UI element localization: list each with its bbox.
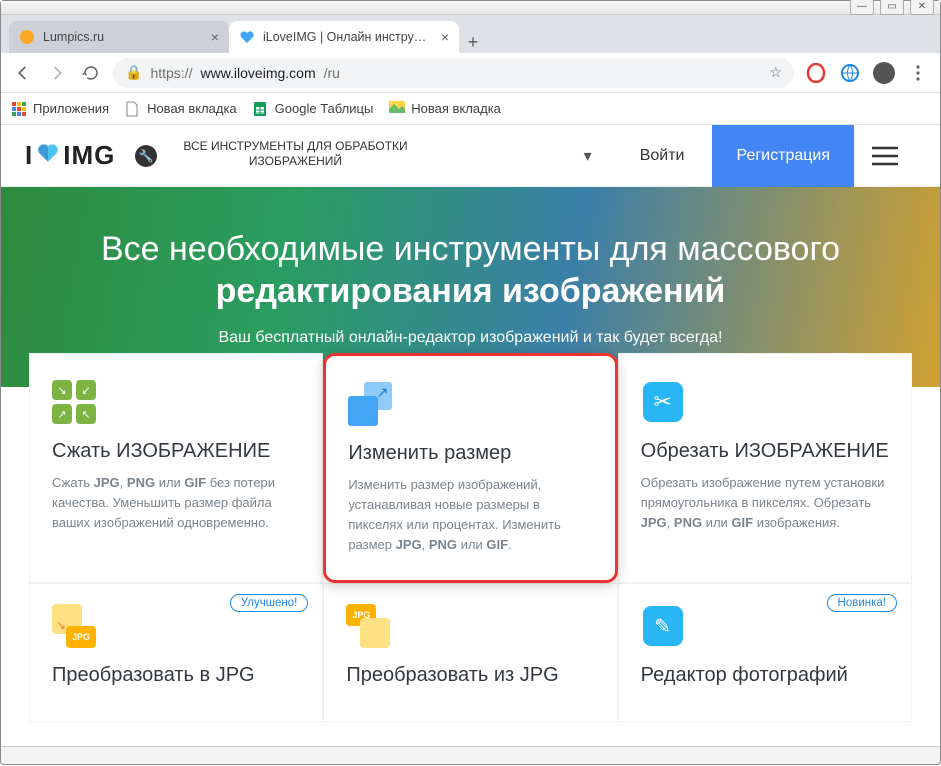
hero-title: Все необходимые инструменты для массовог… <box>31 228 910 313</box>
tool-compress[interactable]: ↘↙↗↖ Сжать ИЗОБРАЖЕНИЕ Сжать JPG, PNG ил… <box>29 353 323 583</box>
to-jpg-icon: ↘JPG <box>52 604 96 648</box>
browser-tab-lumpics[interactable]: Lumpics.ru × <box>9 21 229 53</box>
tool-desc: Сжать JPG, PNG или GIF без потери качест… <box>52 473 300 533</box>
url-domain: www.iloveimg.com <box>200 65 315 81</box>
badge-improved: Улучшено! <box>230 594 309 612</box>
bookmarks-bar: Приложения Новая вкладка Google Таблицы … <box>1 93 940 125</box>
page-content: I IMG 🔧 ВСЕ ИНСТРУМЕНТЫ ДЛЯ ОБРАБОТКИ ИЗ… <box>1 125 940 766</box>
profile-avatar-icon[interactable] <box>872 61 896 85</box>
browser-menu-button[interactable] <box>906 61 930 85</box>
window-titlebar: — ▭ ✕ <box>1 1 940 15</box>
browser-toolbar: 🔒 https:// www.iloveimg.com/ru ☆ <box>1 53 940 93</box>
bookmark-label: Приложения <box>33 101 109 116</box>
lock-icon: 🔒 <box>125 64 142 81</box>
bookmark-google-sheets[interactable]: Google Таблицы <box>253 101 374 117</box>
tool-title: Обрезать ИЗОБРАЖЕНИЕ <box>641 440 889 463</box>
tool-title: Сжать ИЗОБРАЖЕНИЕ <box>52 440 300 463</box>
tool-resize[interactable]: ↗ Изменить размер Изменить размер изобра… <box>323 353 617 583</box>
tab-close-icon[interactable]: × <box>441 29 449 45</box>
back-button[interactable] <box>11 61 35 85</box>
bookmark-apps[interactable]: Приложения <box>11 101 109 117</box>
tab-close-icon[interactable]: × <box>211 29 219 45</box>
forward-button[interactable] <box>45 61 69 85</box>
logo-text-suffix: IMG <box>63 140 115 171</box>
window-minimize-button[interactable]: — <box>850 0 874 15</box>
reload-button[interactable] <box>79 61 103 85</box>
header-dropdown-caret[interactable]: ▾ <box>564 146 612 166</box>
new-tab-button[interactable]: + <box>459 32 487 53</box>
url-path: /ru <box>324 65 340 81</box>
site-logo[interactable]: I IMG <box>25 139 115 172</box>
page-colored-icon <box>389 101 405 117</box>
favicon-icon <box>239 29 255 45</box>
tool-convert-to-jpg[interactable]: Улучшено! ↘JPG Преобразовать в JPG <box>29 583 323 722</box>
tab-title: iLoveIMG | Онлайн инструменты <box>263 30 433 44</box>
hamburger-menu-button[interactable] <box>854 125 916 187</box>
bookmark-label: Новая вкладка <box>411 101 501 116</box>
badge-new: Новинка! <box>827 594 897 612</box>
window-close-button[interactable]: ✕ <box>910 0 934 15</box>
page-icon <box>125 101 141 117</box>
tools-grid: ↘↙↗↖ Сжать ИЗОБРАЖЕНИЕ Сжать JPG, PNG ил… <box>1 353 940 722</box>
bookmark-label: Google Таблицы <box>275 101 374 116</box>
register-button[interactable]: Регистрация <box>712 125 854 187</box>
tools-round-icon[interactable]: 🔧 <box>135 145 157 167</box>
hero-title-part1: Все необходимые инструменты для массовог… <box>101 230 840 268</box>
apps-icon <box>11 101 27 117</box>
tool-desc: Обрезать изображение путем установки пря… <box>641 473 889 533</box>
from-jpg-icon: JPG↘ <box>346 604 390 648</box>
bookmark-newtab-1[interactable]: Новая вкладка <box>125 101 237 117</box>
login-button[interactable]: Войти <box>612 125 713 187</box>
tool-title: Редактор фотографий <box>641 664 889 687</box>
browser-tabstrip: Lumpics.ru × iLoveIMG | Онлайн инструмен… <box>1 15 940 53</box>
sheets-icon <box>253 101 269 117</box>
header-subtitle: ВСЕ ИНСТРУМЕНТЫ ДЛЯ ОБРАБОТКИ ИЗОБРАЖЕНИ… <box>183 139 407 168</box>
tool-convert-from-jpg[interactable]: JPG↘ Преобразовать из JPG <box>323 583 617 722</box>
browser-tab-iloveimg[interactable]: iLoveIMG | Онлайн инструменты × <box>229 21 459 53</box>
hero-subtitle: Ваш бесплатный онлайн-редактор изображен… <box>218 329 722 347</box>
site-header: I IMG 🔧 ВСЕ ИНСТРУМЕНТЫ ДЛЯ ОБРАБОТКИ ИЗ… <box>1 125 940 187</box>
hero-title-bold: редактирования изображений <box>216 272 726 310</box>
tool-crop[interactable]: ✂ Обрезать ИЗОБРАЖЕНИЕ Обрезать изображе… <box>618 353 912 583</box>
compress-icon: ↘↙↗↖ <box>52 380 96 424</box>
crop-icon: ✂ <box>641 380 685 424</box>
header-subtitle-line1: ВСЕ ИНСТРУМЕНТЫ ДЛЯ ОБРАБОТКИ <box>183 139 407 153</box>
url-scheme: https:// <box>150 65 192 81</box>
tool-title: Преобразовать в JPG <box>52 664 300 687</box>
address-bar[interactable]: 🔒 https:// www.iloveimg.com/ru ☆ <box>113 58 794 88</box>
header-subtitle-line2: ИЗОБРАЖЕНИЙ <box>183 154 407 168</box>
pen-icon: ✎ <box>641 604 685 648</box>
bookmark-label: Новая вкладка <box>147 101 237 116</box>
bookmark-star-icon[interactable]: ☆ <box>769 64 782 81</box>
tool-photo-editor[interactable]: Новинка! ✎ Редактор фотографий <box>618 583 912 722</box>
resize-icon: ↗ <box>348 382 392 426</box>
extension-globe-icon[interactable] <box>838 61 862 85</box>
tool-title: Изменить размер <box>348 442 592 465</box>
bookmark-newtab-2[interactable]: Новая вкладка <box>389 101 501 117</box>
extension-opera-icon[interactable] <box>804 61 828 85</box>
tab-title: Lumpics.ru <box>43 30 203 44</box>
heart-icon <box>35 139 61 172</box>
favicon-icon <box>19 29 35 45</box>
logo-text-prefix: I <box>25 140 33 171</box>
window-footer <box>1 746 940 764</box>
tool-desc: Изменить размер изображений, устанавлива… <box>348 475 592 556</box>
window-maximize-button[interactable]: ▭ <box>880 0 904 15</box>
tool-title: Преобразовать из JPG <box>346 664 594 687</box>
